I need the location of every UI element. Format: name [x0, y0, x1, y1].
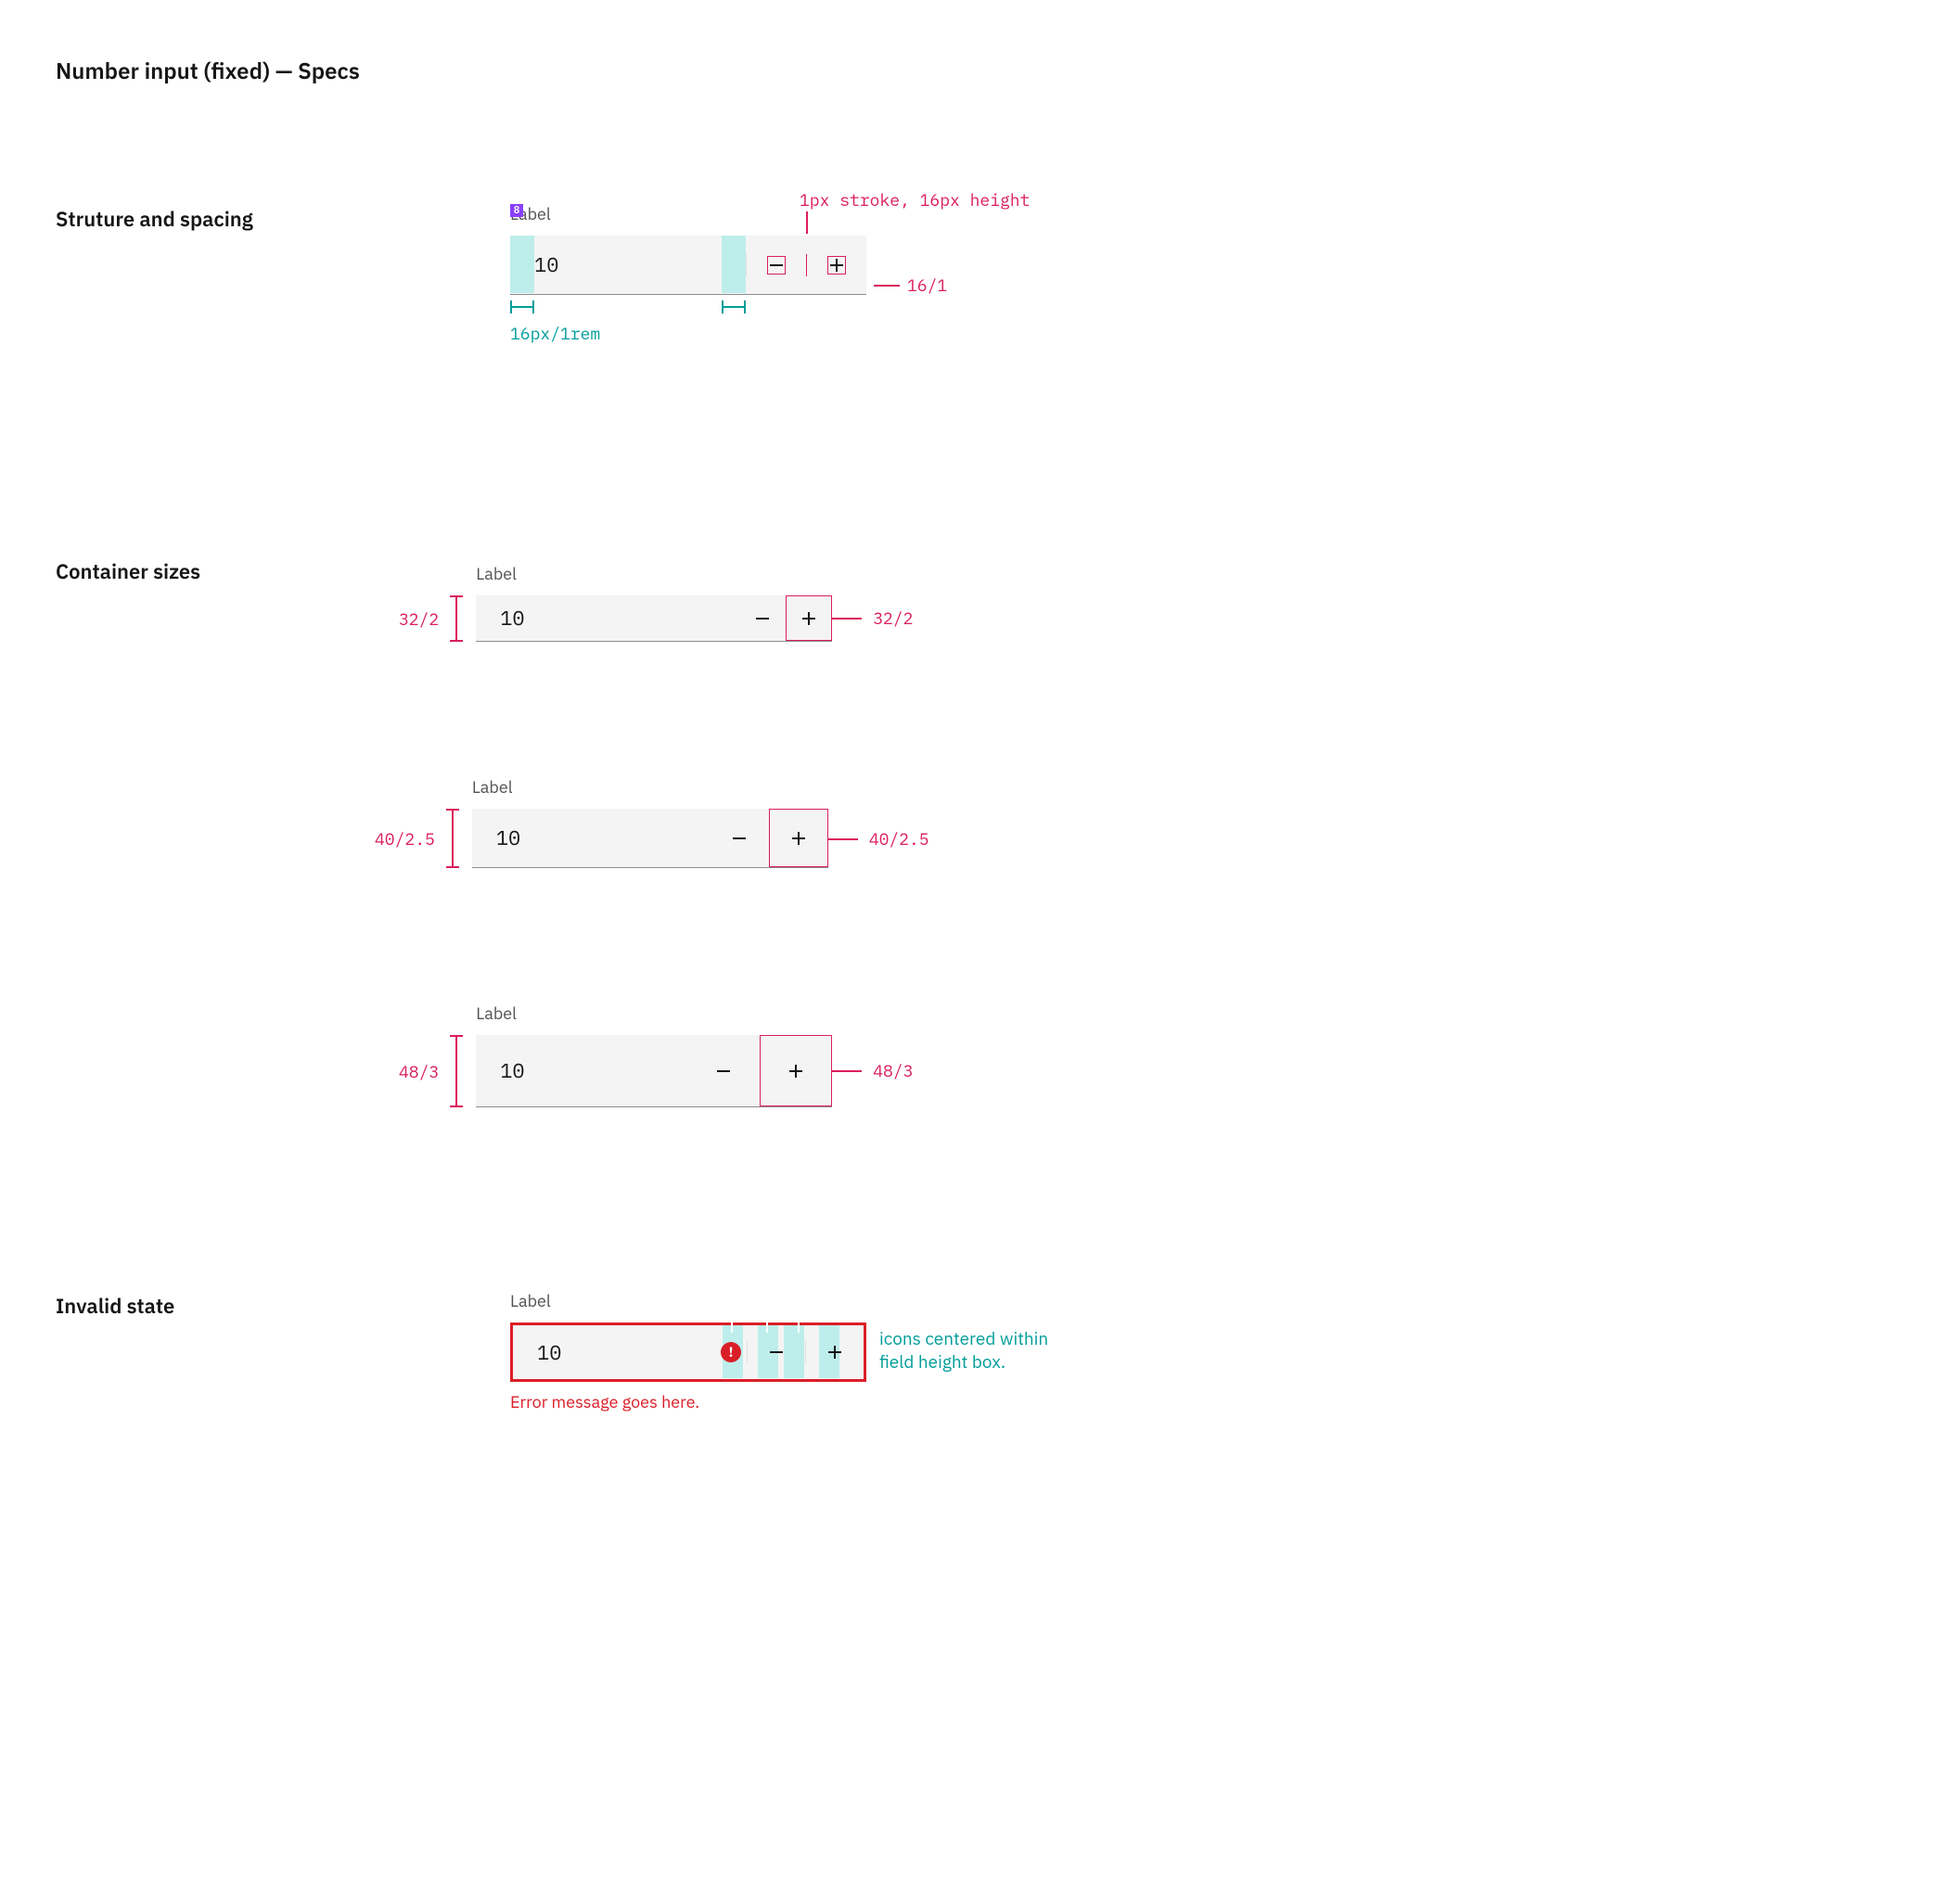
- pink-outline-button: [769, 809, 828, 867]
- v-measure-40: [446, 809, 459, 868]
- decrement-button[interactable]: [739, 595, 786, 641]
- v-measure-32: [450, 595, 463, 642]
- input-label: Label: [476, 566, 832, 582]
- section-title-structure: Struture and spacing: [56, 206, 473, 328]
- decrement-button[interactable]: [687, 1035, 760, 1106]
- h-measure-left: [510, 300, 534, 313]
- pink-outline-button: [786, 595, 832, 641]
- input-value[interactable]: 10: [472, 809, 710, 867]
- plus-icon: [827, 256, 846, 275]
- page-title: Number input (fixed) — Specs: [56, 56, 1903, 85]
- connector-line: [832, 1070, 862, 1072]
- number-input-lg: Label 10: [476, 1005, 832, 1107]
- number-input-structure: Label 8 10: [510, 206, 866, 295]
- number-input-md: Label 10: [472, 779, 828, 868]
- note-16-1: 16/1: [907, 275, 947, 296]
- input-label: Label: [510, 206, 866, 223]
- size-48: 48/3 Label 10 48/3: [510, 998, 1345, 1107]
- section-title-invalid: Invalid state: [56, 1293, 473, 1396]
- connector-line: [828, 838, 858, 840]
- minus-icon: [770, 1351, 783, 1353]
- purple-badge-8: 8: [510, 204, 523, 217]
- input-value[interactable]: 10: [476, 1035, 687, 1106]
- number-input-invalid: Label 10 !: [510, 1293, 866, 1382]
- input-label: Label: [472, 779, 828, 796]
- minus-icon: [767, 256, 786, 275]
- decrement-button[interactable]: [748, 1325, 805, 1379]
- note-right-48: 48/3: [873, 1060, 913, 1081]
- minus-icon: [717, 1070, 730, 1072]
- h-measure-right: [722, 300, 746, 313]
- error-message: Error message goes here.: [510, 1391, 866, 1412]
- pink-outline-button: [760, 1035, 832, 1106]
- note-right-40: 40/2.5: [869, 828, 929, 850]
- input-label: Label: [476, 1005, 832, 1022]
- input-value[interactable]: 10: [476, 595, 739, 641]
- section-sizes: Container sizes 32/2 Label 10 32/2: [56, 558, 1903, 1107]
- minus-icon: [756, 618, 769, 620]
- input-value[interactable]: 10: [510, 236, 746, 294]
- note-16px-1rem: 16px/1rem: [510, 323, 866, 344]
- number-input-sm: Label 10: [476, 566, 832, 642]
- decrement-button[interactable]: [710, 809, 769, 867]
- connector-line: [874, 285, 900, 287]
- warning-icon: !: [721, 1342, 741, 1362]
- section-invalid: Invalid state Label 10 !: [56, 1293, 1903, 1412]
- increment-button[interactable]: [806, 1325, 864, 1379]
- input-value[interactable]: 10: [513, 1325, 747, 1379]
- note-left-40: 40/2.5: [375, 828, 435, 850]
- note-left-48: 48/3: [399, 1061, 439, 1082]
- input-label: Label: [510, 1293, 866, 1310]
- note-left-32: 32/2: [399, 608, 439, 630]
- note-right-32: 32/2: [873, 607, 913, 629]
- section-structure: Struture and spacing 1px stroke, 16px he…: [56, 206, 1903, 345]
- size-32: 32/2 Label 10 32/2: [510, 558, 1345, 642]
- decrement-button[interactable]: [747, 236, 806, 294]
- connector-line: [832, 618, 862, 620]
- increment-button[interactable]: [807, 236, 866, 294]
- minus-icon: [733, 837, 746, 839]
- v-measure-48: [450, 1035, 463, 1107]
- note-icon-centering: icons centered within field height box.: [879, 1328, 1083, 1374]
- tick-mark: [731, 1322, 733, 1333]
- size-40: 40/2.5 Label 10 40/2.5: [510, 772, 1345, 868]
- plus-icon: [828, 1346, 841, 1359]
